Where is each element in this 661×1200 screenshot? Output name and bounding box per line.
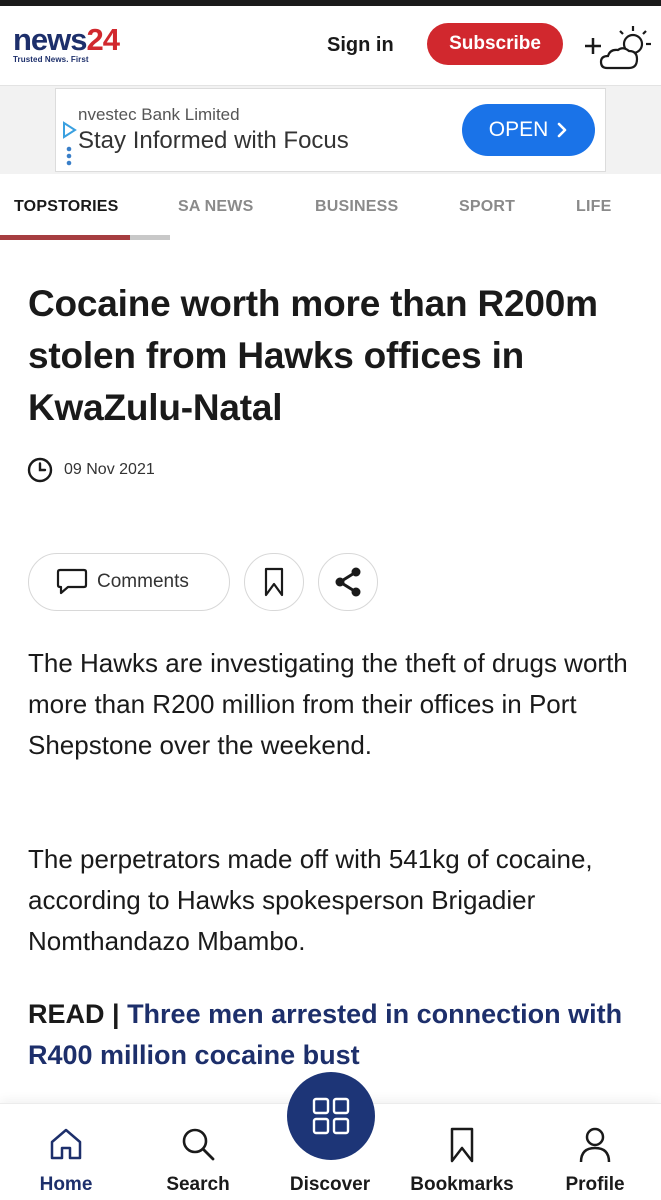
- nav-search-label: Search: [166, 1174, 230, 1195]
- search-icon: [182, 1128, 215, 1161]
- bookmark-icon: [264, 567, 284, 597]
- article-actions: Comments: [28, 553, 388, 613]
- nav-profile-label: Profile: [565, 1174, 625, 1195]
- article-paragraph: The Hawks are investigating the theft of…: [28, 648, 628, 760]
- news24-logo[interactable]: news24 Trusted News. First: [13, 22, 120, 64]
- tab-active-indicator: [0, 235, 130, 240]
- nav-bookmarks-label: Bookmarks: [410, 1174, 514, 1195]
- tab-sa-news[interactable]: SA NEWS: [178, 198, 253, 216]
- read-prefix: READ |: [28, 999, 128, 1029]
- profile-icon: [579, 1127, 611, 1163]
- comments-button[interactable]: Comments: [28, 553, 230, 611]
- subscribe-button[interactable]: Subscribe: [427, 23, 563, 65]
- nav-home-label: Home: [39, 1174, 93, 1195]
- tab-topstories[interactable]: TOPSTORIES: [14, 198, 119, 216]
- nav-bookmarks[interactable]: Bookmarks: [396, 1104, 528, 1200]
- ad-open-button[interactable]: OPEN: [462, 104, 595, 156]
- discover-button[interactable]: [287, 1072, 375, 1160]
- logo-word-news: news: [13, 22, 88, 57]
- nav-discover-label: Discover: [289, 1174, 371, 1195]
- tab-sport[interactable]: SPORT: [459, 198, 515, 216]
- add-weather-icon[interactable]: [583, 22, 655, 72]
- share-button[interactable]: [318, 553, 378, 611]
- section-tabs: TOPSTORIES SA NEWS BUSINESS SPORT LIFE: [0, 174, 661, 240]
- read-also: READ | Three men arrested in connection …: [28, 994, 638, 1076]
- tab-life[interactable]: LIFE: [576, 198, 611, 216]
- share-icon: [335, 567, 361, 597]
- article-date: 09 Nov 2021: [64, 461, 155, 478]
- ad-banner[interactable]: nvestec Bank Limited Stay Informed with …: [55, 88, 606, 172]
- ad-headline: Stay Informed with Focus: [78, 127, 349, 154]
- article-paragraph: The perpetrators made off with 541kg of …: [28, 844, 593, 956]
- bookmark-button[interactable]: [244, 553, 304, 611]
- nav-search[interactable]: Search: [132, 1104, 264, 1200]
- nav-home[interactable]: Home: [0, 1104, 132, 1200]
- chevron-right-icon: [557, 122, 567, 138]
- comment-bubble-icon: [56, 568, 88, 595]
- article-headline: Cocaine worth more than R200m stolen fro…: [28, 283, 598, 428]
- home-icon: [50, 1128, 82, 1160]
- sign-in-link[interactable]: Sign in: [327, 34, 394, 57]
- bookmark-icon: [450, 1127, 474, 1163]
- nav-profile[interactable]: Profile: [529, 1104, 661, 1200]
- comments-label: Comments: [97, 571, 189, 592]
- tab-business[interactable]: BUSINESS: [315, 198, 398, 216]
- clock-icon: [27, 457, 53, 483]
- grid-icon: [312, 1097, 350, 1135]
- ad-choices-icon[interactable]: [60, 119, 78, 169]
- logo-word-24: 24: [86, 22, 120, 57]
- ad-open-label: OPEN: [488, 118, 549, 141]
- ad-company-name: nvestec Bank Limited: [78, 105, 240, 124]
- site-header: news24 Trusted News. First Sign in Subsc…: [0, 6, 661, 86]
- ad-banner-area: nvestec Bank Limited Stay Informed with …: [0, 86, 661, 174]
- article-dateline: 09 Nov 2021: [27, 456, 155, 484]
